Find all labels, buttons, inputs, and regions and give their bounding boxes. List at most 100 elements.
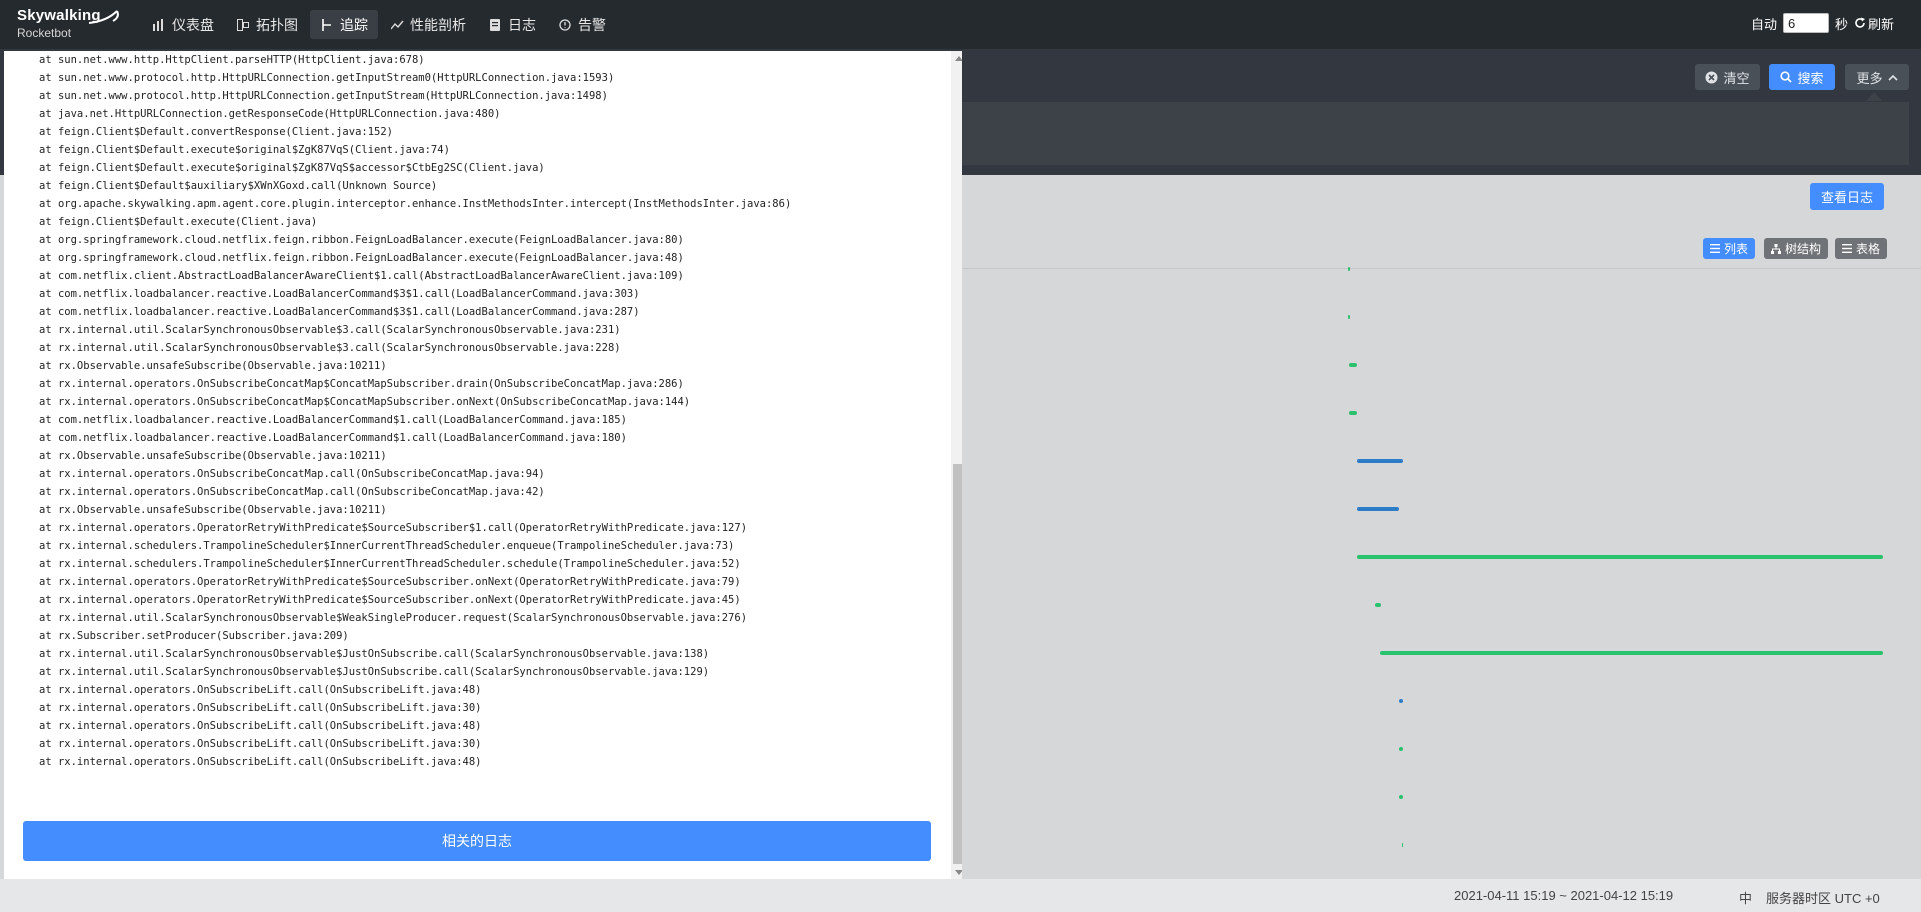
- span-bar[interactable]: [1402, 843, 1403, 847]
- stack-line: at org.apache.skywalking.apm.agent.core.…: [39, 198, 792, 210]
- time-range[interactable]: 2021-04-11 15:19 ~ 2021-04-12 15:19: [1454, 888, 1673, 903]
- nav-label-alarm: 告警: [578, 16, 606, 33]
- refresh-button[interactable]: 刷新: [1854, 14, 1894, 33]
- dashboard-icon: [152, 18, 166, 32]
- clear-button[interactable]: 清空: [1695, 64, 1760, 90]
- log-icon: [488, 18, 502, 32]
- view-logs-button[interactable]: 查看日志: [1810, 183, 1884, 210]
- clear-label: 清空: [1723, 70, 1750, 86]
- language-toggle[interactable]: 中: [1739, 888, 1752, 907]
- stack-line: at rx.internal.util.ScalarSynchronousObs…: [39, 342, 621, 354]
- view-tree-label: 树结构: [1785, 242, 1822, 256]
- stack-line: at com.netflix.loadbalancer.reactive.Loa…: [39, 306, 640, 318]
- more-label: 更多: [1856, 70, 1883, 86]
- span-bar[interactable]: [1375, 603, 1381, 607]
- server-timezone: 服务器时区 UTC +0: [1766, 891, 1880, 906]
- scroll-down-arrow[interactable]: [951, 865, 962, 879]
- clear-icon: [1705, 71, 1718, 83]
- stack-line: at com.netflix.loadbalancer.reactive.Loa…: [39, 288, 640, 300]
- nav-label-dashboard: 仪表盘: [172, 16, 214, 33]
- stack-line: at rx.internal.schedulers.TrampolineSche…: [39, 540, 735, 552]
- stack-line: at com.netflix.client.AbstractLoadBalanc…: [39, 270, 684, 282]
- nav-item-log[interactable]: 日志: [478, 10, 546, 39]
- stack-line: at feign.Client$Default.execute$original…: [39, 162, 545, 174]
- view-logs-label: 查看日志: [1820, 190, 1873, 205]
- stack-line: at com.netflix.loadbalancer.reactive.Loa…: [39, 414, 627, 426]
- span-log-modal: at sun.net.www.http.HttpClient.parseHTTP…: [4, 51, 962, 879]
- list-icon: [1710, 244, 1720, 253]
- stack-line: at rx.internal.util.ScalarSynchronousObs…: [39, 324, 621, 336]
- stack-line: at rx.internal.operators.OperatorRetryWi…: [39, 594, 741, 606]
- stack-line: at sun.net.www.protocol.http.HttpURLConn…: [39, 72, 615, 84]
- app-logo[interactable]: Skywalking Rocketbot: [17, 7, 119, 41]
- profile-icon: [390, 18, 404, 32]
- span-bar[interactable]: [1349, 411, 1357, 415]
- main-nav: 仪表盘 拓扑图 追踪 性能剖析 日志 告警: [142, 10, 616, 39]
- topology-icon: [236, 18, 250, 32]
- view-tree-button[interactable]: 树结构: [1764, 238, 1829, 259]
- stack-line: at rx.internal.operators.OnSubscribeLift…: [39, 684, 482, 696]
- stack-line: at rx.internal.operators.OperatorRetryWi…: [39, 576, 741, 588]
- stack-line: at org.springframework.cloud.netflix.fei…: [39, 234, 684, 246]
- stack-trace: at sun.net.www.http.HttpClient.parseHTTP…: [4, 51, 944, 811]
- stack-line: at rx.internal.operators.OnSubscribeConc…: [39, 468, 545, 480]
- related-logs-label: 相关的日志: [442, 833, 512, 849]
- alarm-icon: [558, 18, 572, 32]
- trace-icon: [320, 18, 334, 32]
- nav-item-topology[interactable]: 拓扑图: [226, 10, 308, 39]
- span-bar[interactable]: [1399, 747, 1403, 751]
- more-panel-caret: [1866, 92, 1882, 101]
- stack-line: at java.net.HttpURLConnection.getRespons…: [39, 108, 501, 120]
- span-bar[interactable]: [1348, 315, 1350, 319]
- stack-line: at rx.internal.util.ScalarSynchronousObs…: [39, 612, 748, 624]
- nav-item-profile[interactable]: 性能剖析: [380, 10, 476, 39]
- scroll-up-arrow[interactable]: [951, 51, 962, 65]
- tree-icon: [1771, 243, 1781, 254]
- span-bar[interactable]: [1357, 459, 1403, 463]
- stack-line: at rx.Observable.unsafeSubscribe(Observa…: [39, 504, 387, 516]
- search-button[interactable]: 搜索: [1769, 64, 1835, 90]
- span-bar[interactable]: [1349, 363, 1357, 367]
- related-logs-button[interactable]: 相关的日志: [23, 821, 931, 861]
- stack-line: at rx.internal.util.ScalarSynchronousObs…: [39, 648, 710, 660]
- more-button[interactable]: 更多: [1845, 64, 1909, 90]
- advanced-search-panel: [960, 102, 1909, 165]
- stack-line: at com.netflix.loadbalancer.reactive.Loa…: [39, 432, 627, 444]
- span-bar[interactable]: [1399, 795, 1403, 799]
- span-bar[interactable]: [1357, 555, 1883, 559]
- stack-line: at rx.internal.operators.OperatorRetryWi…: [39, 522, 748, 534]
- table-icon: [1842, 244, 1852, 253]
- span-bar[interactable]: [1380, 651, 1883, 655]
- nav-item-dashboard[interactable]: 仪表盘: [142, 10, 224, 39]
- stack-line: at rx.internal.util.ScalarSynchronousObs…: [39, 666, 710, 678]
- nav-label-trace: 追踪: [340, 16, 368, 33]
- refresh-icon: [1855, 17, 1865, 28]
- stack-line: at rx.internal.operators.OnSubscribeLift…: [39, 756, 482, 768]
- view-table-button[interactable]: 表格: [1835, 238, 1888, 259]
- stack-line: at rx.internal.operators.OnSubscribeLift…: [39, 702, 482, 714]
- stack-line: at feign.Client$Default.convertResponse(…: [39, 126, 394, 138]
- auto-refresh-controls: 自动 秒 刷新: [1751, 13, 1894, 33]
- logo-swoosh-icon: [88, 10, 119, 24]
- span-bar[interactable]: [1357, 507, 1399, 511]
- chevron-up-icon: [1887, 74, 1898, 81]
- scroll-down-icon: [954, 869, 962, 875]
- stack-line: at rx.internal.operators.OnSubscribeConc…: [39, 378, 684, 390]
- nav-item-alarm[interactable]: 告警: [548, 10, 616, 39]
- stack-line: at rx.Subscriber.setProducer(Subscriber.…: [39, 630, 349, 642]
- view-list-button[interactable]: 列表: [1703, 238, 1756, 259]
- stack-line: at rx.internal.operators.OnSubscribeLift…: [39, 738, 482, 750]
- stack-line: at org.springframework.cloud.netflix.fei…: [39, 252, 684, 264]
- scroll-up-icon: [954, 55, 962, 61]
- span-bar[interactable]: [1348, 267, 1350, 271]
- nav-label-topology: 拓扑图: [256, 16, 298, 33]
- stack-line: at rx.Observable.unsafeSubscribe(Observa…: [39, 360, 387, 372]
- stack-line: at feign.Client$Default$auxiliary$XWnXGo…: [39, 180, 438, 192]
- scroll-thumb[interactable]: [953, 464, 962, 864]
- stack-line: at feign.Client$Default.execute(Client.j…: [39, 216, 318, 228]
- nav-item-trace[interactable]: 追踪: [310, 10, 378, 39]
- refresh-interval-input[interactable]: [1782, 13, 1829, 33]
- top-navbar: Skywalking Rocketbot 仪表盘 拓扑图 追踪 性能剖析 日志 …: [0, 0, 1921, 49]
- stack-line: at rx.internal.schedulers.TrampolineSche…: [39, 558, 741, 570]
- span-bar[interactable]: [1399, 699, 1403, 703]
